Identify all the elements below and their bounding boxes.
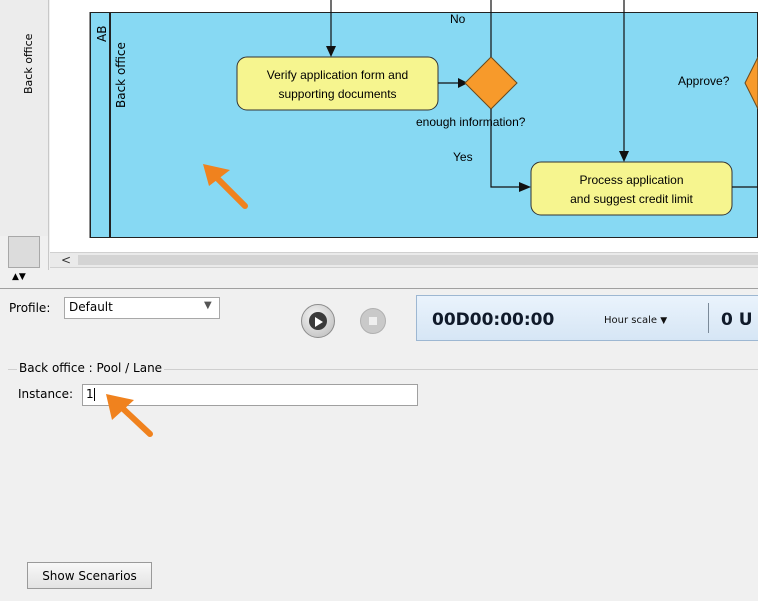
show-scenarios-button[interactable]: Show Scenarios [27, 562, 152, 589]
task-verify-line2: supporting documents [278, 87, 397, 101]
gateway-enough-info[interactable] [464, 56, 518, 110]
scroll-left-button[interactable]: < [58, 253, 74, 267]
instance-label: Instance: [18, 387, 74, 401]
gateway-approve-partial [744, 56, 758, 110]
text-cursor [93, 388, 95, 401]
properties-group-title: Back office : Pool / Lane [17, 361, 165, 375]
profile-value: Default [69, 300, 113, 314]
run-simulation-button[interactable] [301, 304, 335, 338]
annotation-arrow-icon [106, 394, 153, 437]
task-process-text: Process application and suggest credit l… [531, 171, 732, 209]
label-approve: Approve? [678, 74, 730, 88]
scrollbar-thumb[interactable] [78, 255, 758, 265]
annotation-arrow-icon [203, 164, 248, 209]
caret-down-icon: ▼ [660, 316, 668, 326]
timer-divider [708, 303, 709, 333]
task-process-line2: and suggest credit limit [570, 192, 693, 206]
task-verify-line1: Verify application form and [266, 68, 409, 82]
play-triangle [315, 317, 323, 327]
task-verify-text: Verify application form and supporting d… [237, 66, 438, 104]
label-no: No [450, 12, 466, 26]
chevron-down-icon[interactable]: ▼ [204, 300, 212, 311]
stop-icon [369, 317, 377, 325]
label-enough-information: enough information? [416, 115, 526, 129]
profile-select[interactable]: Default [64, 297, 220, 319]
splitter-arrows-icon[interactable]: ▲▼ [12, 273, 26, 282]
label-yes: Yes [453, 150, 473, 164]
hour-scale-dropdown[interactable]: Hour scale ▼ [604, 315, 667, 326]
lane-label: Back office [114, 42, 128, 108]
arrowhead [619, 151, 629, 162]
timer-display: 00D00:00:00 [432, 310, 555, 330]
panel-splitter[interactable] [0, 270, 758, 290]
pool-label: AB [95, 25, 109, 42]
task-process-line1: Process application [579, 173, 684, 187]
instance-value: 1 [86, 387, 94, 401]
splitter-line [0, 288, 758, 289]
hour-scale-label: Hour scale [604, 315, 658, 326]
instance-count-display: 0 U [721, 310, 753, 330]
stop-simulation-button[interactable] [360, 308, 386, 334]
arrowhead [326, 46, 336, 57]
profile-label: Profile: [9, 301, 51, 315]
arrowhead [519, 182, 531, 192]
